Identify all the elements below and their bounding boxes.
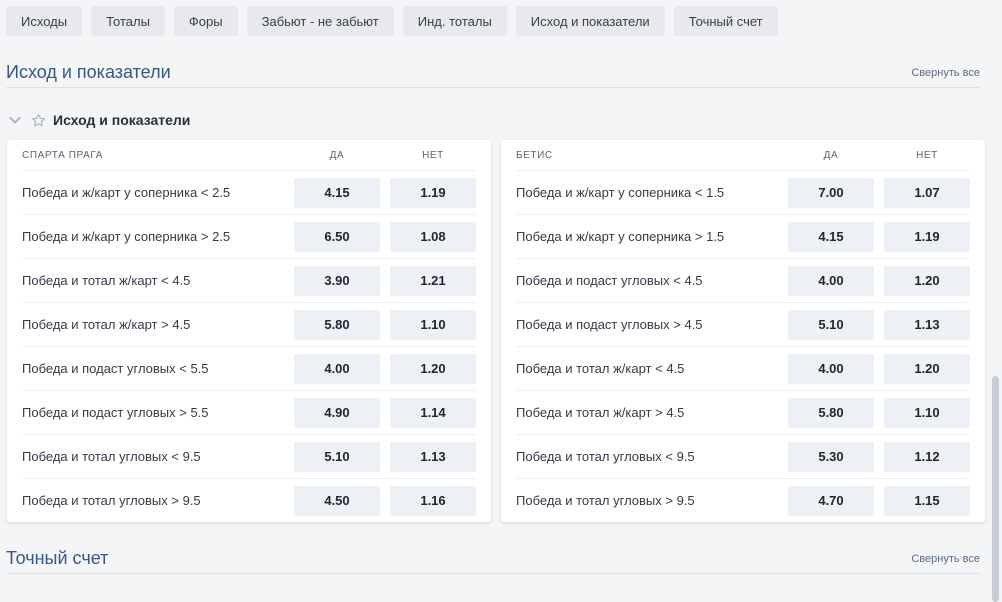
market-row: Победа и подаст угловых > 5.5 4.90 1.14 bbox=[22, 390, 476, 434]
collapse-all-link[interactable]: Свернуть все bbox=[911, 553, 980, 565]
odds-no-button[interactable]: 1.10 bbox=[390, 309, 476, 340]
odds-no-button[interactable]: 1.19 bbox=[884, 221, 970, 252]
market-label: Победа и ж/карт у соперника > 1.5 bbox=[516, 229, 725, 244]
team-name: СПАРТА ПРАГА bbox=[22, 149, 103, 161]
odds-no-button[interactable]: 1.20 bbox=[884, 353, 970, 384]
odds-no-button[interactable]: 1.13 bbox=[884, 309, 970, 340]
scrollbar-thumb[interactable] bbox=[992, 376, 999, 602]
market-row: Победа и тотал угловых > 9.5 4.50 1.16 bbox=[22, 478, 476, 522]
section-title: Исход и показатели bbox=[6, 62, 171, 82]
odds-yes-button[interactable]: 4.00 bbox=[788, 265, 874, 296]
market-label: Победа и ж/карт у соперника < 1.5 bbox=[516, 185, 725, 200]
market-label: Победа и тотал угловых > 9.5 bbox=[22, 493, 201, 508]
market-row: Победа и подаст угловых > 4.5 5.10 1.13 bbox=[516, 302, 970, 346]
odds-yes-button[interactable]: 3.90 bbox=[294, 265, 380, 296]
tab-exact-score[interactable]: Точный счет bbox=[673, 6, 778, 36]
card-header: СПАРТА ПРАГА ДА НЕТ bbox=[22, 140, 476, 170]
yes-column-header: ДА bbox=[329, 149, 345, 161]
market-label: Победа и подаст угловых > 4.5 bbox=[516, 317, 703, 332]
tab-ind-totals[interactable]: Инд. тоталы bbox=[402, 6, 507, 36]
collapse-all-link[interactable]: Свернуть все bbox=[911, 67, 980, 79]
team-name: БЕТИС bbox=[516, 149, 553, 161]
market-label: Победа и тотал угловых < 9.5 bbox=[22, 449, 201, 464]
tab-both-score[interactable]: Забьют - не забьют bbox=[246, 6, 394, 36]
market-row: Победа и подаст угловых < 5.5 4.00 1.20 bbox=[22, 346, 476, 390]
team-card-left: СПАРТА ПРАГА ДА НЕТ Победа и ж/карт у со… bbox=[7, 140, 491, 522]
market-label: Победа и ж/карт у соперника < 2.5 bbox=[22, 185, 231, 200]
odds-yes-button[interactable]: 6.50 bbox=[294, 221, 380, 252]
odds-yes-button[interactable]: 7.00 bbox=[788, 177, 874, 208]
market-row: Победа и ж/карт у соперника < 2.5 4.15 1.1… bbox=[22, 170, 476, 214]
odds-yes-button[interactable]: 4.15 bbox=[294, 177, 380, 208]
odds-yes-button[interactable]: 5.10 bbox=[788, 309, 874, 340]
odds-yes-button[interactable]: 4.50 bbox=[294, 485, 380, 516]
scrollbar-track[interactable] bbox=[990, 0, 1002, 602]
odds-no-button[interactable]: 1.14 bbox=[390, 397, 476, 428]
market-row: Победа и тотал ж/карт > 4.5 5.80 1.10 bbox=[22, 302, 476, 346]
tab-outcome-stats[interactable]: Исход и показатели bbox=[515, 6, 665, 36]
market-label: Победа и подаст угловых < 5.5 bbox=[22, 361, 209, 376]
market-label: Победа и тотал угловых > 9.5 bbox=[516, 493, 695, 508]
section-header-exact-score: Точный счет Свернуть все bbox=[6, 544, 980, 574]
team-card-right: БЕТИС ДА НЕТ Победа и ж/карт у соперника… bbox=[501, 140, 985, 522]
market-label: Победа и тотал угловых < 9.5 bbox=[516, 449, 695, 464]
chevron-down-icon[interactable] bbox=[8, 113, 22, 127]
market-row: Победа и ж/карт у соперника > 2.5 6.50 1.0… bbox=[22, 214, 476, 258]
odds-no-button[interactable]: 1.10 bbox=[884, 397, 970, 428]
market-row: Победа и подаст угловых < 4.5 4.00 1.20 bbox=[516, 258, 970, 302]
star-icon[interactable] bbox=[30, 112, 46, 128]
tab-totals[interactable]: Тоталы bbox=[91, 6, 165, 36]
section-header: Исход и показатели Свернуть все bbox=[6, 58, 980, 88]
market-label: Победа и тотал ж/карт > 4.5 bbox=[22, 317, 191, 332]
tab-outcomes[interactable]: Исходы bbox=[6, 6, 83, 36]
no-column-header: НЕТ bbox=[422, 149, 444, 161]
odds-no-button[interactable]: 1.20 bbox=[390, 353, 476, 384]
odds-yes-button[interactable]: 4.15 bbox=[788, 221, 874, 252]
market-label: Победа и ж/карт у соперника > 2.5 bbox=[22, 229, 231, 244]
market-label: Победа и тотал ж/карт < 4.5 bbox=[516, 361, 685, 376]
market-row: Победа и тотал угловых < 9.5 5.30 1.12 bbox=[516, 434, 970, 478]
market-label: Победа и тотал ж/карт > 4.5 bbox=[516, 405, 685, 420]
market-tabs: Исходы Тоталы Форы Забьют - не забьют Ин… bbox=[6, 6, 778, 36]
market-label: Победа и подаст угловых < 4.5 bbox=[516, 273, 703, 288]
no-column-header: НЕТ bbox=[916, 149, 938, 161]
market-label: Победа и подаст угловых > 5.5 bbox=[22, 405, 209, 420]
market-row: Победа и тотал угловых > 9.5 4.70 1.15 bbox=[516, 478, 970, 522]
odds-yes-button[interactable]: 5.80 bbox=[294, 309, 380, 340]
market-row: Победа и ж/карт у соперника < 1.5 7.00 1.0… bbox=[516, 170, 970, 214]
yes-column-header: ДА bbox=[823, 149, 839, 161]
market-row: Победа и тотал ж/карт < 4.5 3.90 1.21 bbox=[22, 258, 476, 302]
odds-no-button[interactable]: 1.12 bbox=[884, 441, 970, 472]
odds-no-button[interactable]: 1.15 bbox=[884, 485, 970, 516]
odds-yes-button[interactable]: 5.80 bbox=[788, 397, 874, 428]
tab-handicaps[interactable]: Форы bbox=[173, 6, 238, 36]
odds-no-button[interactable]: 1.08 bbox=[390, 221, 476, 252]
odds-yes-button[interactable]: 5.30 bbox=[788, 441, 874, 472]
odds-no-button[interactable]: 1.13 bbox=[390, 441, 476, 472]
card-header: БЕТИС ДА НЕТ bbox=[516, 140, 970, 170]
market-row: Победа и ж/карт у соперника > 1.5 4.15 1.1… bbox=[516, 214, 970, 258]
group-title: Исход и показатели bbox=[53, 112, 191, 128]
odds-yes-button[interactable]: 4.00 bbox=[788, 353, 874, 384]
section-title: Точный счет bbox=[6, 548, 109, 568]
market-row: Победа и тотал ж/карт > 4.5 5.80 1.10 bbox=[516, 390, 970, 434]
odds-yes-button[interactable]: 4.70 bbox=[788, 485, 874, 516]
market-label: Победа и тотал ж/карт < 4.5 bbox=[22, 273, 191, 288]
odds-no-button[interactable]: 1.07 bbox=[884, 177, 970, 208]
odds-yes-button[interactable]: 4.90 bbox=[294, 397, 380, 428]
odds-no-button[interactable]: 1.19 bbox=[390, 177, 476, 208]
group-header[interactable]: Исход и показатели bbox=[8, 110, 190, 130]
odds-no-button[interactable]: 1.20 bbox=[884, 265, 970, 296]
odds-no-button[interactable]: 1.21 bbox=[390, 265, 476, 296]
odds-no-button[interactable]: 1.16 bbox=[390, 485, 476, 516]
market-row: Победа и тотал угловых < 9.5 5.10 1.13 bbox=[22, 434, 476, 478]
odds-yes-button[interactable]: 4.00 bbox=[294, 353, 380, 384]
odds-yes-button[interactable]: 5.10 bbox=[294, 441, 380, 472]
market-row: Победа и тотал ж/карт < 4.5 4.00 1.20 bbox=[516, 346, 970, 390]
